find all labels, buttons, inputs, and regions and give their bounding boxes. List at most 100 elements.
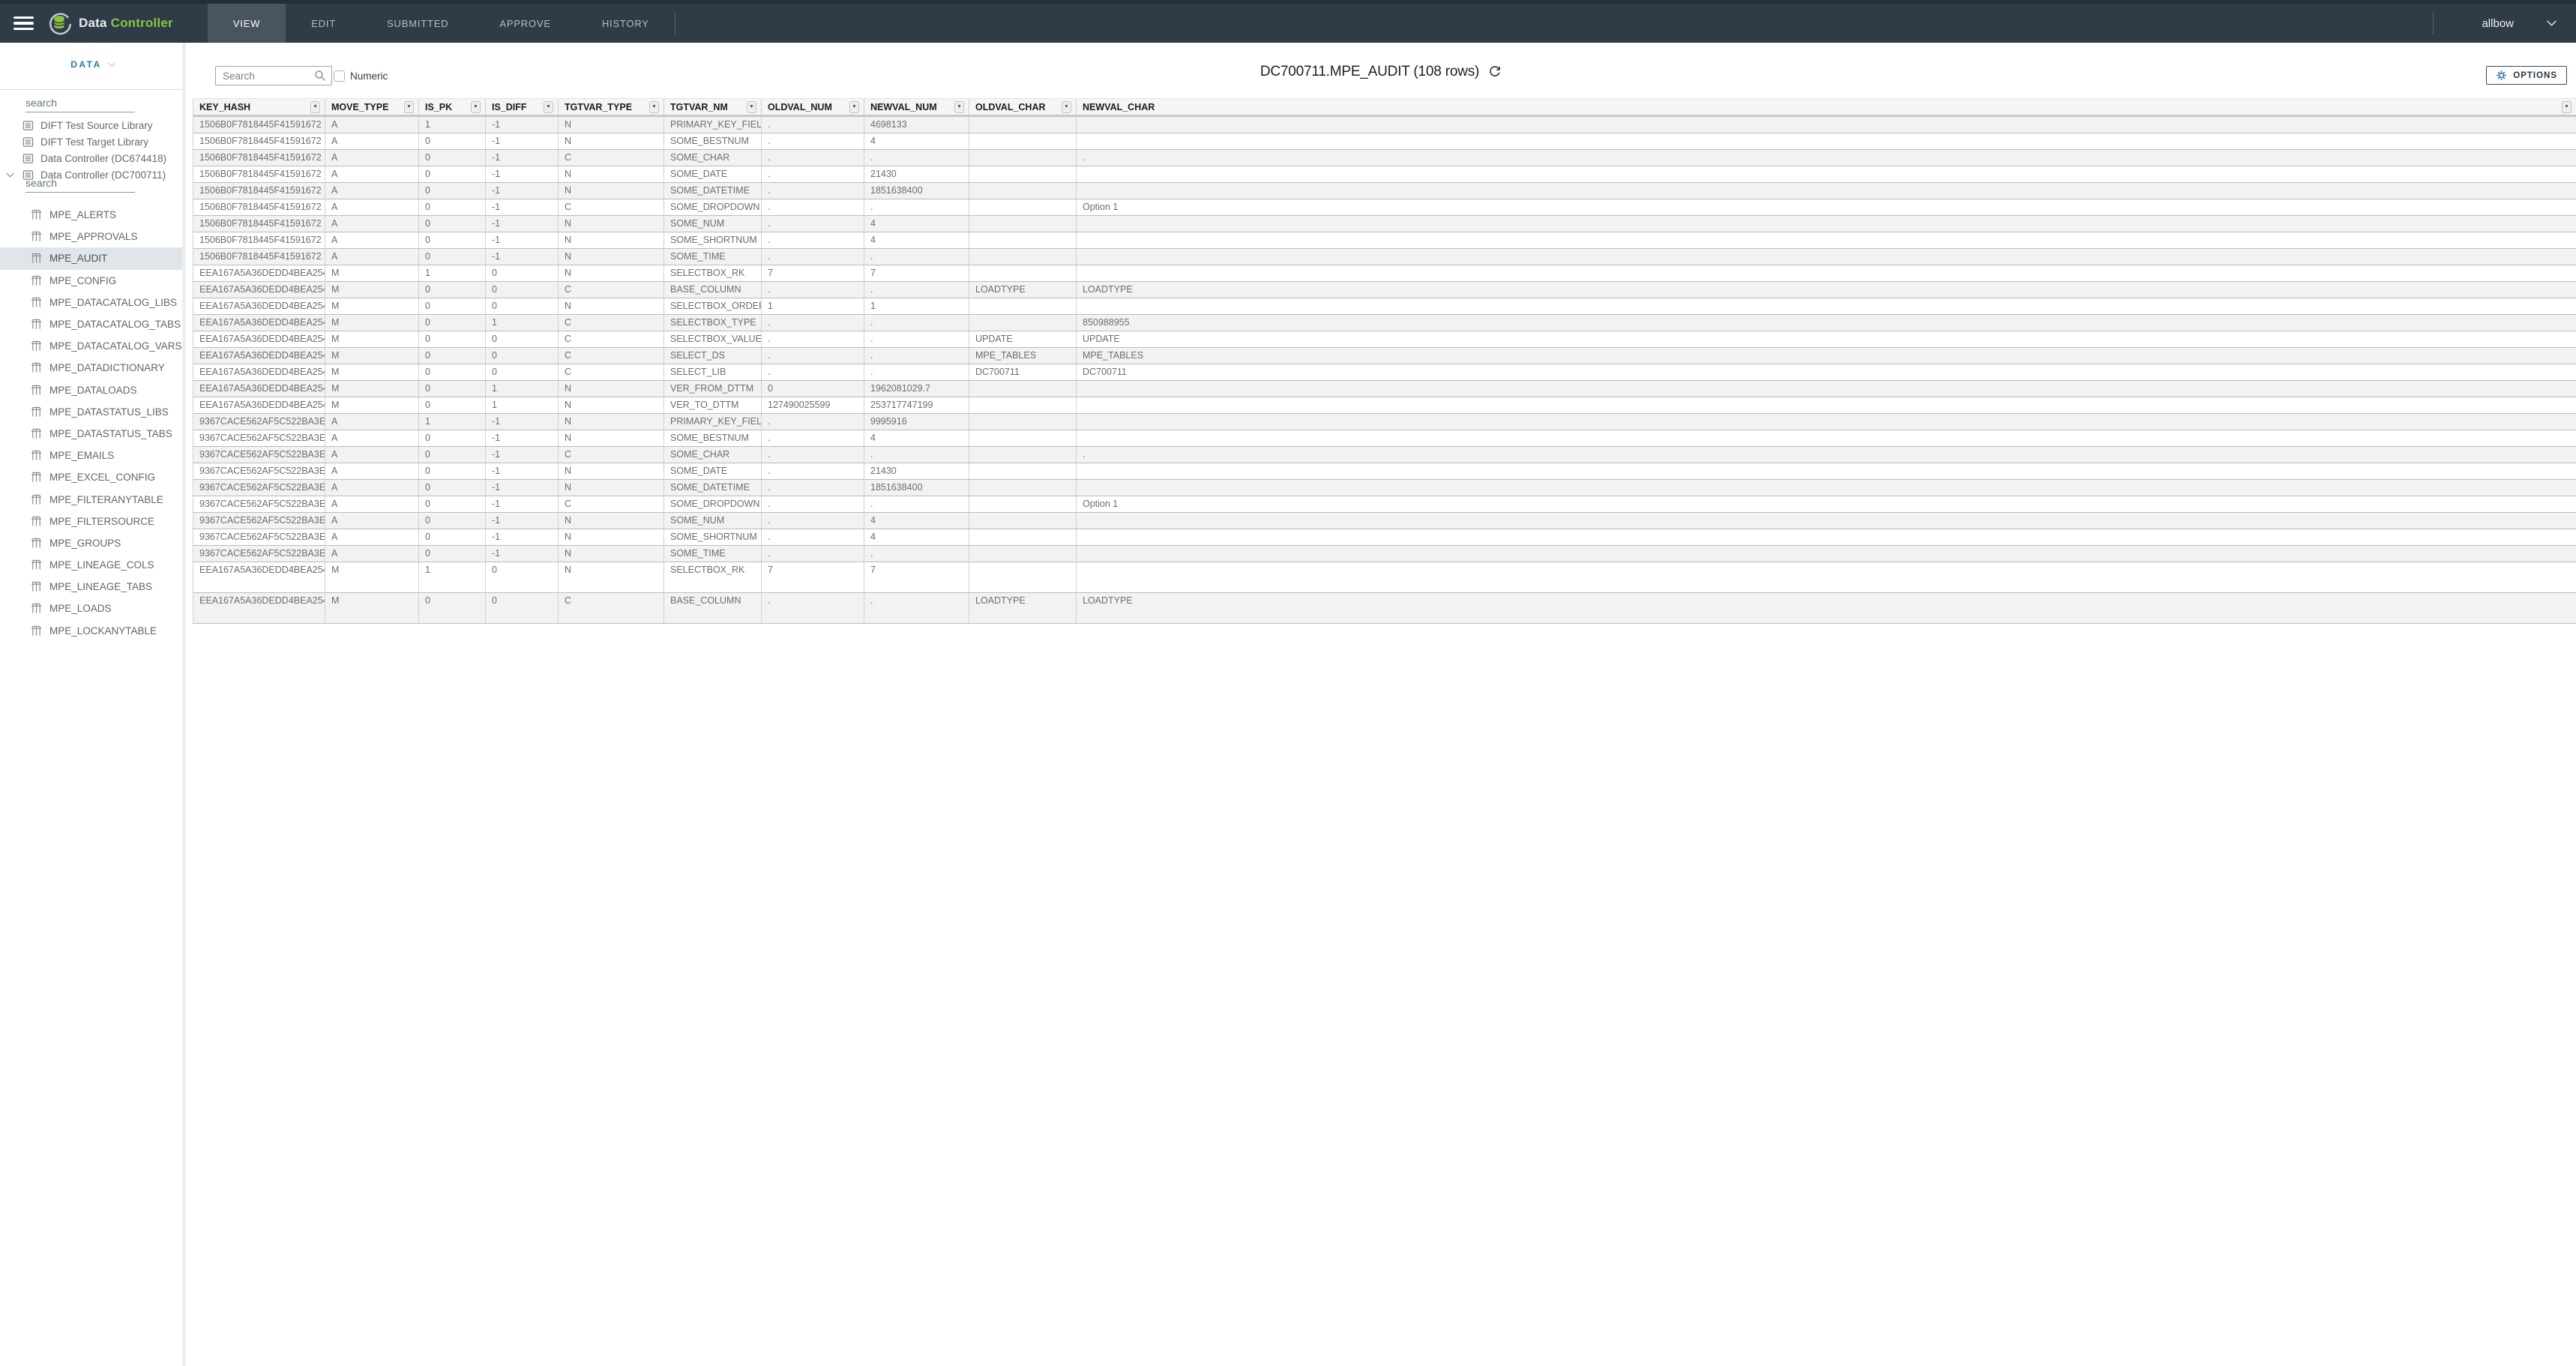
sidebar-table-item[interactable]: MPE_DATACATALOG_LIBS	[0, 292, 186, 313]
table-row[interactable]: 9367CACE562AF5C522BA3EEA0-1NSOME_BESTNUM…	[193, 430, 2576, 447]
sidebar-library-item[interactable]: Data Controller (DC674418)	[0, 150, 186, 166]
numeric-checkbox[interactable]	[334, 70, 345, 82]
table-cell: 1	[762, 298, 864, 314]
table-row[interactable]: EEA167A5A36DEDD4BEA2543M10NSELECTBOX_RK7…	[193, 562, 2576, 593]
sidebar-table-item[interactable]: MPE_LINEAGE_TABS	[0, 576, 186, 598]
table-row[interactable]: 9367CACE562AF5C522BA3EEA0-1CSOME_DROPDOW…	[193, 496, 2576, 513]
column-header[interactable]: KEY_HASH▼	[193, 99, 325, 115]
column-header[interactable]: IS_PK▼	[419, 99, 486, 115]
user-menu[interactable]: allbow	[2434, 4, 2576, 43]
table-row[interactable]: 9367CACE562AF5C522BA3EEA0-1NSOME_NUM.4	[193, 513, 2576, 529]
sidebar-table-item[interactable]: MPE_EXCEL_CONFIG	[0, 466, 186, 488]
table-row[interactable]: 1506B0F7818445F41591672A0-1NSOME_DATE.21…	[193, 166, 2576, 183]
column-header[interactable]: OLDVAL_NUM▼	[762, 99, 864, 115]
tab-submitted[interactable]: SUBMITTED	[361, 4, 474, 43]
tab-edit[interactable]: EDIT	[286, 4, 361, 43]
tab-history[interactable]: HISTORY	[577, 4, 675, 43]
table-cell: -1	[486, 414, 559, 430]
sidebar-table-item[interactable]: MPE_EMAILS	[0, 445, 186, 466]
sidebar-table-item[interactable]: MPE_LOADS	[0, 598, 186, 619]
column-header[interactable]: OLDVAL_CHAR▼	[969, 99, 1077, 115]
filter-icon[interactable]: ▼	[471, 101, 481, 113]
table-row[interactable]: EEA167A5A36DEDD4BEA2543M00CBASE_COLUMN..…	[193, 282, 2576, 298]
grid-search-input[interactable]	[216, 70, 314, 82]
table-row[interactable]: EEA167A5A36DEDD4BEA2543M01NVER_FROM_DTTM…	[193, 381, 2576, 397]
table-row[interactable]: 9367CACE562AF5C522BA3EEA0-1NSOME_SHORTNU…	[193, 529, 2576, 546]
filter-icon[interactable]: ▼	[649, 101, 659, 113]
tab-approve[interactable]: APPROVE	[474, 4, 576, 43]
table-row[interactable]: 1506B0F7818445F41591672A0-1CSOME_DROPDOW…	[193, 199, 2576, 216]
table-row[interactable]: EEA167A5A36DEDD4BEA2543M10NSELECTBOX_RK7…	[193, 265, 2576, 282]
sidebar-table-item[interactable]: MPE_AUDIT	[0, 247, 186, 269]
sidebar-table-item[interactable]: MPE_ALERTS	[0, 204, 186, 226]
table-cell	[969, 249, 1077, 265]
table-cell: .	[864, 348, 969, 364]
table-row[interactable]: EEA167A5A36DEDD4BEA2543M00NSELECTBOX_ORD…	[193, 298, 2576, 315]
app-title-primary: Data	[79, 16, 107, 30]
column-header[interactable]: NEWVAL_NUM▼	[864, 99, 969, 115]
table-row[interactable]: 1506B0F7818445F41591672A0-1NSOME_TIME..	[193, 249, 2576, 265]
table-row[interactable]: EEA167A5A36DEDD4BEA2543M00CSELECTBOX_VAL…	[193, 331, 2576, 348]
sidebar-table-item[interactable]: MPE_LINEAGE_COLS	[0, 554, 186, 576]
sidebar-table-item[interactable]: MPE_CONFIG	[0, 270, 186, 292]
hamburger-menu-icon[interactable]	[0, 4, 46, 43]
table-row[interactable]: EEA167A5A36DEDD4BEA2543M00CSELECT_DS..MP…	[193, 348, 2576, 364]
chevron-down-icon[interactable]	[6, 172, 14, 178]
table-row[interactable]: 9367CACE562AF5C522BA3EEA0-1NSOME_TIME..	[193, 546, 2576, 562]
sidebar-table-item[interactable]: MPE_GROUPS	[0, 532, 186, 554]
filter-icon[interactable]: ▼	[404, 101, 414, 113]
sidebar-table-item[interactable]: MPE_DATASTATUS_TABS	[0, 423, 186, 445]
column-header[interactable]: MOVE_TYPE▼	[325, 99, 419, 115]
table-cell: SOME_BESTNUM	[664, 133, 762, 149]
data-grid: KEY_HASH▼MOVE_TYPE▼IS_PK▼IS_DIFF▼TGTVAR_…	[193, 98, 2576, 1366]
sidebar-table-item[interactable]: MPE_FILTERSOURCE	[0, 511, 186, 532]
table-row[interactable]: 9367CACE562AF5C522BA3EEA0-1CSOME_CHAR...	[193, 447, 2576, 463]
table-grid-icon	[31, 319, 42, 330]
sidebar-table-item[interactable]: MPE_LOCKANYTABLE	[0, 620, 186, 642]
table-grid-icon	[31, 625, 42, 637]
filter-icon[interactable]: ▼	[544, 101, 553, 113]
table-cell: 0	[486, 593, 559, 623]
table-row[interactable]: 1506B0F7818445F41591672A0-1NSOME_DATETIM…	[193, 183, 2576, 199]
column-header[interactable]: NEWVAL_CHAR▼	[1077, 99, 2576, 115]
sidebar-table-item[interactable]: MPE_DATACATALOG_VARS	[0, 335, 186, 357]
column-header[interactable]: IS_DIFF▼	[486, 99, 559, 115]
table-row[interactable]: 1506B0F7818445F41591672A0-1CSOME_CHAR...	[193, 150, 2576, 166]
sidebar-table-item[interactable]: MPE_APPROVALS	[0, 226, 186, 247]
options-button[interactable]: OPTIONS	[2486, 66, 2567, 85]
table-row[interactable]: EEA167A5A36DEDD4BEA2543M01CSELECTBOX_TYP…	[193, 315, 2576, 331]
table-row[interactable]: 9367CACE562AF5C522BA3EEA1-1NPRIMARY_KEY_…	[193, 414, 2576, 430]
data-section-toggle[interactable]: DATA	[0, 59, 186, 70]
table-search-input[interactable]	[25, 175, 135, 193]
table-cell: C	[559, 348, 664, 364]
sidebar-table-item[interactable]: MPE_DATALOADS	[0, 379, 186, 401]
filter-icon[interactable]: ▼	[2562, 101, 2572, 113]
tab-view[interactable]: VIEW	[208, 4, 286, 43]
filter-icon[interactable]: ▼	[310, 101, 320, 113]
sidebar-table-item[interactable]: MPE_DATADICTIONARY	[0, 357, 186, 379]
table-cell: M	[325, 562, 419, 592]
library-search-input[interactable]	[25, 95, 135, 112]
table-row[interactable]: 1506B0F7818445F41591672A1-1NPRIMARY_KEY_…	[193, 117, 2576, 133]
table-row[interactable]: 1506B0F7818445F41591672A0-1NSOME_SHORTNU…	[193, 232, 2576, 249]
table-cell: EEA167A5A36DEDD4BEA2543	[193, 315, 325, 331]
sidebar-table-item[interactable]: MPE_DATACATALOG_TABS	[0, 313, 186, 335]
filter-icon[interactable]: ▼	[1062, 101, 1071, 113]
table-row[interactable]: 1506B0F7818445F41591672A0-1NSOME_BESTNUM…	[193, 133, 2576, 150]
table-row[interactable]: 9367CACE562AF5C522BA3EEA0-1NSOME_DATE.21…	[193, 463, 2576, 480]
sidebar-library-item[interactable]: DIFT Test Source Library	[0, 117, 186, 133]
table-row[interactable]: EEA167A5A36DEDD4BEA2543M00CSELECT_LIB..D…	[193, 364, 2576, 381]
table-row[interactable]: 1506B0F7818445F41591672A0-1NSOME_NUM.4	[193, 216, 2576, 232]
table-row[interactable]: 9367CACE562AF5C522BA3EEA0-1NSOME_DATETIM…	[193, 480, 2576, 496]
filter-icon[interactable]: ▼	[747, 101, 756, 113]
column-header[interactable]: TGTVAR_NM▼	[664, 99, 762, 115]
sidebar-table-item[interactable]: MPE_FILTERANYTABLE	[0, 488, 186, 510]
column-header[interactable]: TGTVAR_TYPE▼	[559, 99, 664, 115]
sidebar-table-item[interactable]: MPE_DATASTATUS_LIBS	[0, 401, 186, 423]
filter-icon[interactable]: ▼	[954, 101, 964, 113]
sidebar-library-item[interactable]: DIFT Test Target Library	[0, 133, 186, 150]
filter-icon[interactable]: ▼	[849, 101, 859, 113]
refresh-button[interactable]	[1488, 65, 1502, 79]
table-row[interactable]: EEA167A5A36DEDD4BEA2543M00CBASE_COLUMN..…	[193, 593, 2576, 624]
table-row[interactable]: EEA167A5A36DEDD4BEA2543M01NVER_TO_DTTM12…	[193, 397, 2576, 414]
